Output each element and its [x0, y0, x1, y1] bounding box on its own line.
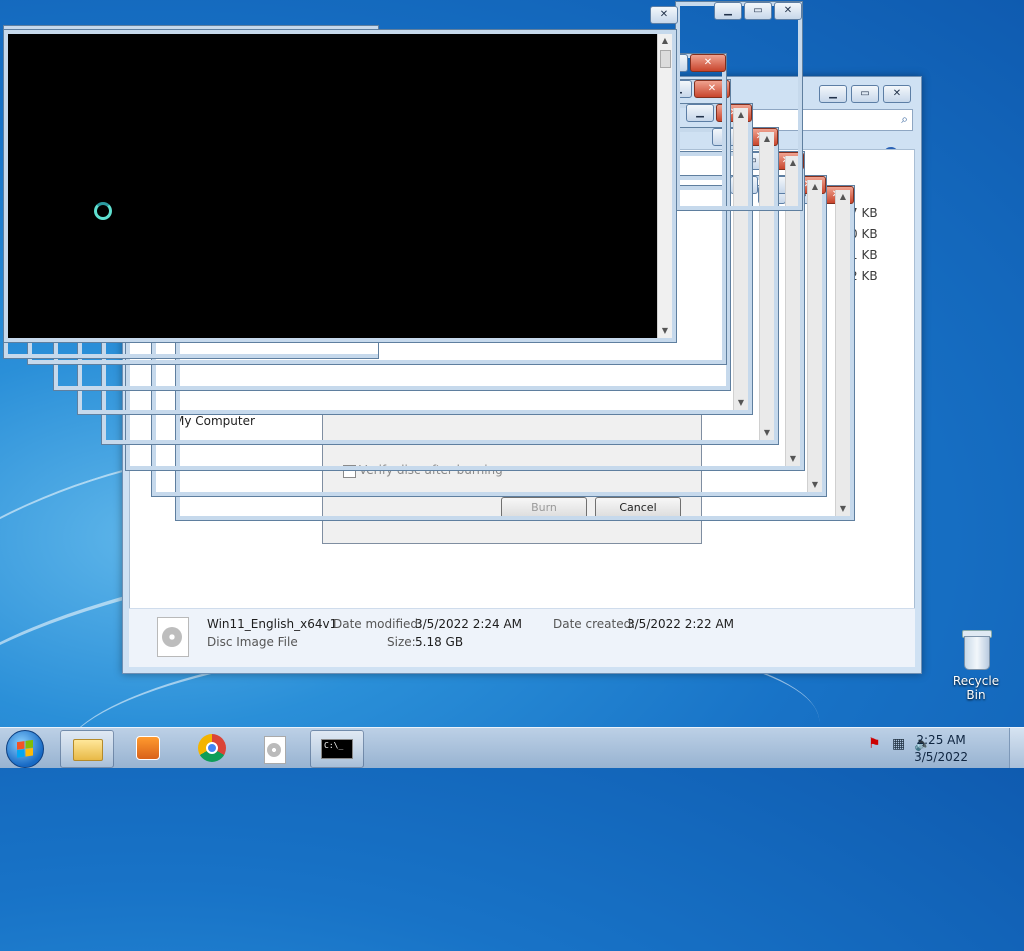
- scrollbar[interactable]: ▲ ▼: [835, 190, 850, 516]
- media-player-icon: [136, 736, 160, 760]
- explorer-title-buttons: ▁ ▭ ✕: [819, 85, 911, 103]
- recycle-bin-label: Recycle Bin: [952, 674, 1000, 702]
- details-file-type: Disc Image File: [207, 635, 298, 649]
- clock-time: 2:25 AM: [916, 733, 966, 747]
- windows-start-icon: [17, 739, 33, 759]
- ghost-window: ▁▭✕: [675, 1, 803, 211]
- maximize-button[interactable]: ▭: [744, 2, 772, 20]
- action-center-flag-icon[interactable]: ⚑: [868, 736, 881, 752]
- console-scrollbar[interactable]: ▲ ▼: [657, 34, 672, 338]
- chrome-taskbar-button[interactable]: [186, 730, 238, 766]
- date-modified-label: Date modified:: [333, 617, 423, 631]
- size-label: Size:: [387, 635, 416, 649]
- file-size: 7 KB: [850, 206, 878, 220]
- folder-icon: [73, 739, 103, 761]
- disc-image-icon: [264, 736, 286, 764]
- clock[interactable]: 2:25 AM 3/5/2022: [914, 732, 968, 766]
- date-created-value: 3/5/2022 2:22 AM: [627, 617, 735, 631]
- close-button[interactable]: ✕: [650, 6, 678, 24]
- disc-burner-taskbar-button[interactable]: [248, 730, 300, 766]
- file-size: 1 KB: [850, 248, 878, 262]
- network-icon[interactable]: ▦: [892, 736, 905, 752]
- recycle-bin[interactable]: Recycle Bin: [944, 630, 1008, 702]
- minimize-button[interactable]: ▁: [819, 85, 847, 103]
- recycle-bin-icon: [960, 630, 992, 670]
- date-created-label: Date created:: [553, 617, 636, 631]
- clock-date: 3/5/2022: [914, 750, 968, 764]
- file-size: 2 KB: [850, 269, 878, 283]
- scrollbar[interactable]: ▲ ▼: [807, 180, 822, 492]
- media-player-taskbar-button[interactable]: [122, 730, 174, 766]
- loading-spinner-icon: [94, 202, 112, 220]
- cmd-taskbar-button[interactable]: C:\_: [310, 730, 364, 768]
- close-button[interactable]: ✕: [774, 2, 802, 20]
- minimize-button[interactable]: ▁: [714, 2, 742, 20]
- details-pane: Win11_English_x64v1 Disc Image File Date…: [129, 608, 915, 667]
- details-file-name: Win11_English_x64v1: [207, 617, 338, 631]
- scrollbar-thumb[interactable]: [660, 50, 671, 68]
- file-size: 0 KB: [850, 227, 878, 241]
- show-desktop-button[interactable]: [1009, 728, 1024, 768]
- command-prompt-icon: C:\_: [321, 739, 353, 759]
- chrome-icon: [198, 734, 226, 762]
- taskbar: C:\_ ⚑ ▦ 🔈 2:25 AM 3/5/2022: [0, 727, 1024, 768]
- console-title-buttons: ✕: [650, 6, 678, 24]
- explorer-taskbar-button[interactable]: [60, 730, 114, 768]
- date-modified-value: 3/5/2022 2:24 AM: [415, 617, 523, 631]
- search-icon[interactable]: ⌕: [901, 112, 908, 127]
- maximize-button[interactable]: ▭: [851, 85, 879, 103]
- start-button[interactable]: [6, 730, 44, 768]
- disc-image-icon: [157, 617, 189, 657]
- console-window[interactable]: ▲ ▼ ✕: [3, 6, 678, 343]
- size-value: 5.18 GB: [415, 635, 464, 649]
- close-button[interactable]: ✕: [883, 85, 911, 103]
